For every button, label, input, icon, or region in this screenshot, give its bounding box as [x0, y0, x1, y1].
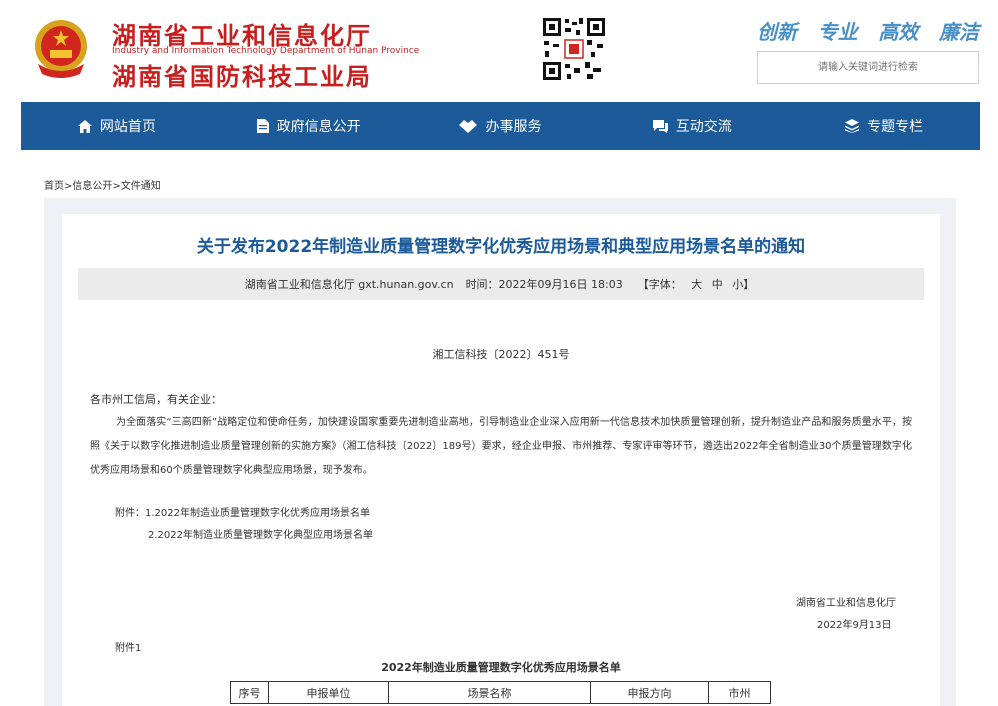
- nav-item-label: 专题专栏: [867, 119, 924, 135]
- nav-item-topics[interactable]: 专题专栏: [788, 102, 980, 150]
- font-size-control: 【字体： 大 中 小】: [635, 276, 758, 292]
- site-name-secondary: 湖南省国防科技工业局: [112, 63, 372, 91]
- signature-org: 湖南省工业和信息化厅: [796, 598, 896, 609]
- table-header-cell: 申报单位: [268, 681, 389, 704]
- document-icon: [256, 119, 269, 133]
- addressee: 各市州工信局，有关企业：: [90, 393, 222, 406]
- meta-source: 湖南省工业和信息化厅 gxt.hunan.gov.cn: [244, 278, 454, 291]
- slogan: 创新 专业 高效 廉洁: [757, 16, 979, 45]
- attachment-link-2[interactable]: 2.2022年制造业质量管理数字化典型应用场景名单: [148, 526, 373, 541]
- nav-item-interaction[interactable]: 互动交流: [596, 102, 788, 150]
- slogan-word: 廉洁: [938, 20, 979, 44]
- nav-item-home[interactable]: 网站首页: [21, 102, 213, 150]
- signature-date: 2022年9月13日: [817, 620, 892, 631]
- document-number: 湘工信科技〔2022〕451号: [432, 348, 570, 361]
- article-meta: 湖南省工业和信息化厅 gxt.hunan.gov.cn 时间：2022年09月1…: [78, 268, 924, 300]
- site-header: 湖南省工业和信息化厅 Industry and Information Tech…: [0, 0, 998, 102]
- national-emblem-icon: [35, 20, 87, 78]
- layers-icon: [845, 119, 860, 133]
- slogan-word: 高效: [878, 20, 919, 44]
- font-size-small-button[interactable]: 小】: [732, 278, 754, 291]
- table-header-cell: 序号: [230, 681, 269, 704]
- scenario-table: 序号 申报单位 场景名称 申报方向 市州: [230, 681, 771, 704]
- font-size-large-button[interactable]: 大: [691, 278, 702, 291]
- article-title: 关于发布2022年制造业质量管理数字化优秀应用场景和典型应用场景名单的通知: [196, 237, 806, 257]
- site-name-english: Industry and Information Technology Depa…: [112, 46, 420, 56]
- table-title: 2022年制造业质量管理数字化优秀应用场景名单: [381, 661, 621, 674]
- nav-item-label: 政府信息公开: [276, 119, 361, 135]
- article-body: 为全面落实“三高四新”战略定位和使命任务，加快建设国家重要先进制造业高地，引导制…: [90, 417, 912, 476]
- nav-item-label: 办事服务: [485, 119, 542, 135]
- nav-item-gov-info[interactable]: 政府信息公开: [213, 102, 405, 150]
- attachment-link-1[interactable]: 附件：1.2022年制造业质量管理数字化优秀应用场景名单: [115, 504, 370, 519]
- meta-time: 时间：2022年09月16日 18:03: [465, 278, 623, 291]
- slogan-word: 创新: [757, 20, 797, 44]
- nav-item-services[interactable]: 办事服务: [405, 102, 597, 150]
- nav-item-label: 互动交流: [675, 119, 732, 135]
- home-icon: [77, 119, 92, 133]
- table-header-cell: 申报方向: [590, 681, 709, 704]
- breadcrumb[interactable]: 首页>信息公开>文件通知: [44, 177, 161, 192]
- search-input[interactable]: [757, 51, 979, 84]
- slogan-word: 专业: [817, 20, 858, 44]
- qr-code-icon: [541, 16, 607, 82]
- service-icon: [459, 119, 478, 133]
- font-size-medium-button[interactable]: 中: [712, 278, 723, 291]
- chat-icon: [652, 119, 668, 133]
- table-header-cell: 市州: [708, 681, 771, 704]
- attachment-label: 附件1: [115, 643, 142, 654]
- table-header-row: 序号 申报单位 场景名称 申报方向 市州: [230, 681, 771, 704]
- main-nav: 网站首页 政府信息公开 办事服务 互动交流 专题专栏: [21, 102, 980, 150]
- table-header-cell: 场景名称: [388, 681, 591, 704]
- font-size-label: 【字体：: [637, 278, 682, 291]
- nav-item-label: 网站首页: [99, 119, 156, 135]
